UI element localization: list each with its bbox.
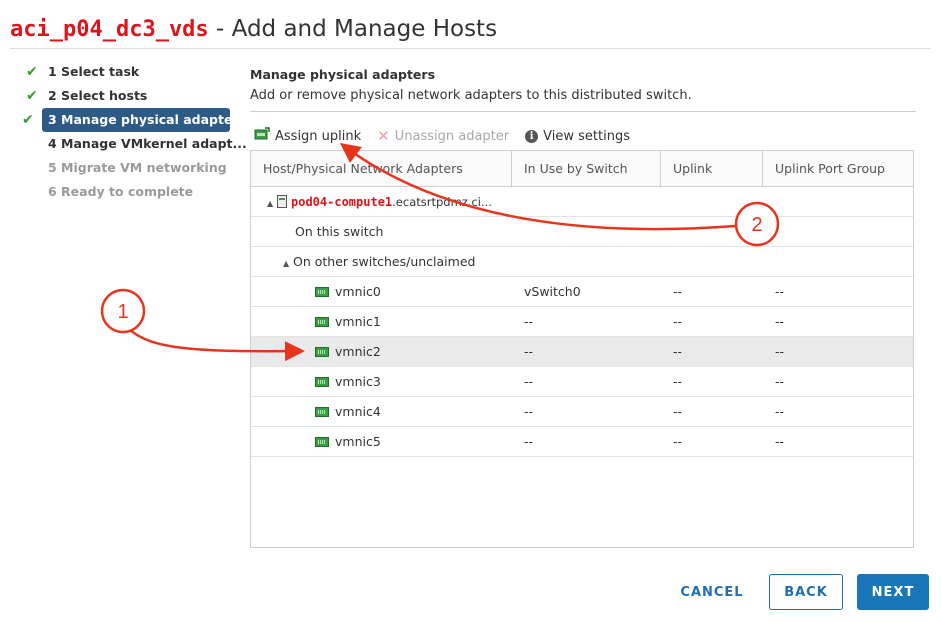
step-label: 6 Ready to complete	[48, 184, 194, 199]
wizard-title: aci_p04_dc3_vds - Add and Manage Hosts	[10, 16, 497, 42]
step-label: 3 Manage physical adapters	[48, 112, 247, 127]
adapter-cell: vmnic4	[251, 397, 512, 426]
uplink-cell: --	[673, 314, 683, 329]
uplink-cell: --	[673, 404, 683, 419]
network-adapter-icon	[315, 377, 329, 387]
uplink-cell: --	[673, 374, 683, 389]
column-header[interactable]: Uplink	[661, 151, 763, 186]
group-label: On other switches/unclaimed	[293, 254, 476, 269]
collapse-triangle-icon[interactable]: ▲	[283, 249, 293, 276]
host-name: pod04-compute1	[291, 195, 393, 209]
adapter-row-vmnic0[interactable]: vmnic0 vSwitch0 -- --	[251, 277, 913, 307]
portgroup-cell: --	[775, 374, 785, 389]
host-row[interactable]: ▲ pod04-compute1.ecatsrtpdmz.ci...	[251, 187, 913, 217]
adapter-name: vmnic0	[335, 284, 381, 299]
switch-cell: --	[524, 404, 534, 419]
check-icon: ✔	[26, 64, 38, 80]
title-divider	[10, 48, 931, 49]
grid-header: Host/Physical Network Adapters In Use by…	[251, 151, 913, 187]
group-row-on-switch[interactable]: On this switch	[251, 217, 913, 247]
step-label: 5 Migrate VM networking	[48, 160, 227, 175]
network-adapter-icon	[315, 317, 329, 327]
adapter-toolbar: Assign uplink ✕ Unassign adapter i View …	[254, 127, 646, 145]
adapter-cell: vmnic2	[251, 337, 512, 366]
adapter-row-vmnic3[interactable]: vmnic3 -- -- --	[251, 367, 913, 397]
wizard-title-text: - Add and Manage Hosts	[208, 16, 498, 42]
adapter-row-vmnic2[interactable]: vmnic2 -- -- --	[251, 337, 913, 367]
switch-cell: --	[524, 434, 534, 449]
step-ready-to-complete: 6 Ready to complete	[22, 180, 234, 204]
column-header[interactable]: Host/Physical Network Adapters	[251, 151, 512, 186]
check-icon: ✔	[26, 88, 38, 104]
close-icon: ✕	[377, 126, 390, 145]
collapse-triangle-icon[interactable]: ▲	[267, 189, 277, 216]
portgroup-cell: --	[775, 314, 785, 329]
switch-name: aci_p04_dc3_vds	[10, 17, 209, 42]
info-icon: i	[525, 129, 539, 143]
section-divider	[250, 111, 916, 112]
uplink-cell: --	[673, 434, 683, 449]
step-label: 2 Select hosts	[48, 88, 148, 103]
cancel-button[interactable]: CANCEL	[669, 574, 755, 610]
back-button[interactable]: BACK	[769, 574, 843, 610]
portgroup-cell: --	[775, 404, 785, 419]
callout-1-circle	[100, 288, 146, 334]
portgroup-cell: --	[775, 434, 785, 449]
group-row-other-switches[interactable]: ▲ On other switches/unclaimed	[251, 247, 913, 277]
host-cell: ▲ pod04-compute1.ecatsrtpdmz.ci...	[251, 187, 492, 216]
switch-cell: --	[524, 374, 534, 389]
uplink-cell: --	[673, 344, 683, 359]
unassign-adapter-button[interactable]: ✕ Unassign adapter	[377, 126, 510, 145]
assign-uplink-icon	[254, 127, 270, 145]
switch-cell: --	[524, 314, 534, 329]
adapter-cell: vmnic0	[251, 277, 512, 306]
switch-cell: vSwitch0	[524, 284, 581, 299]
host-domain: .ecatsrtpdmz.ci...	[392, 195, 492, 209]
check-icon: ✔	[22, 112, 34, 128]
network-adapter-icon	[315, 347, 329, 357]
network-adapter-icon	[315, 437, 329, 447]
callout-1-label: 1	[117, 301, 128, 323]
assign-uplink-label: Assign uplink	[275, 128, 362, 144]
wizard-footer: CANCEL BACK NEXT	[655, 574, 929, 610]
adapter-cell: vmnic5	[251, 427, 512, 456]
group-label: On this switch	[295, 224, 384, 239]
next-button[interactable]: NEXT	[857, 574, 929, 610]
section-description: Add or remove physical network adapters …	[250, 88, 692, 103]
network-adapter-icon	[315, 407, 329, 417]
view-settings-label: View settings	[543, 128, 630, 144]
network-adapter-icon	[315, 287, 329, 297]
group-cell: ▲ On other switches/unclaimed	[251, 247, 475, 276]
column-header[interactable]: Uplink Port Group	[763, 151, 913, 186]
step-select-hosts[interactable]: ✔ 2 Select hosts	[22, 84, 234, 108]
section-title: Manage physical adapters	[250, 67, 436, 82]
step-label: 4 Manage VMkernel adapt...	[48, 136, 247, 151]
step-manage-physical-adapters[interactable]: ✔ 3 Manage physical adapters	[22, 108, 246, 132]
adapter-name: vmnic5	[335, 434, 381, 449]
adapter-name: vmnic3	[335, 374, 381, 389]
view-settings-button[interactable]: i View settings	[525, 129, 630, 144]
step-select-task[interactable]: ✔ 1 Select task	[22, 60, 234, 84]
adapter-name: vmnic2	[335, 344, 381, 359]
uplink-cell: --	[673, 284, 683, 299]
unassign-adapter-label: Unassign adapter	[394, 128, 510, 144]
step-migrate-vm-networking: 5 Migrate VM networking	[22, 156, 234, 180]
adapter-row-vmnic4[interactable]: vmnic4 -- -- --	[251, 397, 913, 427]
step-manage-vmkernel-adapters[interactable]: 4 Manage VMkernel adapt...	[22, 132, 247, 156]
adapter-cell: vmnic1	[251, 307, 512, 336]
adapter-row-vmnic5[interactable]: vmnic5 -- -- --	[251, 427, 913, 457]
switch-cell: --	[524, 344, 534, 359]
portgroup-cell: --	[775, 344, 785, 359]
adapter-name: vmnic4	[335, 404, 381, 419]
adapter-cell: vmnic3	[251, 367, 512, 396]
adapter-row-vmnic1[interactable]: vmnic1 -- -- --	[251, 307, 913, 337]
wizard-steps: ✔ 1 Select task ✔ 2 Select hosts ✔ 3 Manage…	[22, 60, 247, 204]
portgroup-cell: --	[775, 284, 785, 299]
step-label: 1 Select task	[48, 64, 140, 79]
adapter-name: vmnic1	[335, 314, 381, 329]
column-header[interactable]: In Use by Switch	[512, 151, 661, 186]
adapters-grid: Host/Physical Network Adapters In Use by…	[250, 150, 914, 548]
assign-uplink-button[interactable]: Assign uplink	[254, 127, 361, 145]
host-icon	[277, 195, 287, 208]
